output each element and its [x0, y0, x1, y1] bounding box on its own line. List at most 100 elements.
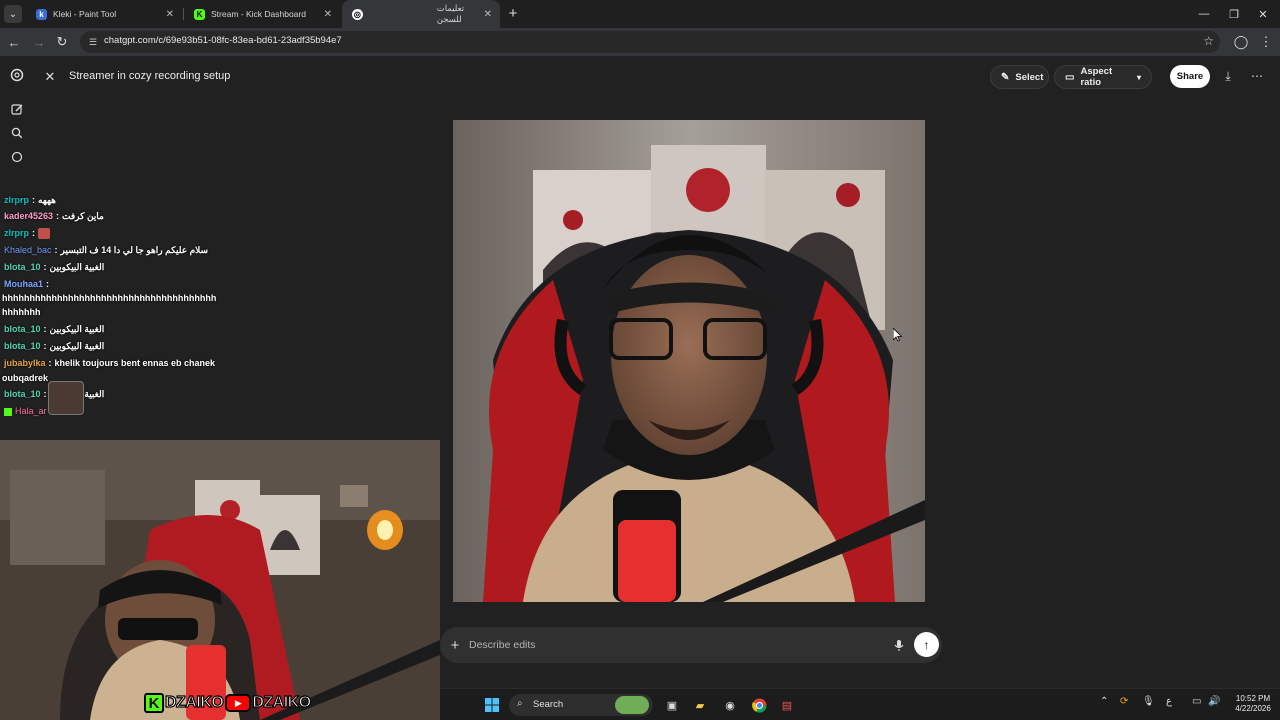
close-window-icon[interactable]: ✕ [1254, 5, 1272, 23]
tab-chatgpt[interactable]: ◎ تعليمات للسجن ✕ [342, 0, 500, 28]
chat-separator: : [43, 262, 47, 272]
openai-logo-icon[interactable] [8, 66, 26, 84]
search-highlight-icon [615, 696, 649, 714]
webcam-feed [0, 440, 440, 720]
app-icon[interactable]: ▤ [778, 696, 796, 714]
address-bar[interactable]: ☰ chatgpt.com/c/69e93b51-08fc-83ea-bd61-… [80, 31, 1220, 53]
chat-message-continuation: hhhhhhh [2, 307, 41, 317]
chat-message-continuation: oubqadrek [2, 373, 49, 383]
chat-message: Mouhaa1: [4, 279, 52, 289]
chat-separator: : [43, 389, 47, 399]
task-view-icon[interactable]: ▣ [663, 696, 681, 714]
volume-icon[interactable]: 🔊 [1208, 696, 1220, 707]
kick-channel-name: DZAIKO [164, 693, 224, 711]
browser-toolbar: ← → ↻ ☰ chatgpt.com/c/69e93b51-08fc-83ea… [0, 28, 1280, 56]
aspect-ratio-button[interactable]: ▭ Aspect ratio ▾ [1054, 65, 1152, 89]
chat-separator: : [32, 195, 36, 205]
chat-username: blota_10 [4, 341, 41, 351]
chat-username: blota_10 [4, 389, 41, 399]
bookmark-star-icon[interactable]: ☆ [1203, 34, 1214, 48]
chevron-down-icon: ▾ [1136, 72, 1141, 82]
chat-text: الغبية البيكوبين [49, 341, 105, 351]
describe-edits-input[interactable]: Describe edits [469, 639, 536, 651]
back-icon[interactable]: ← [5, 33, 23, 51]
chat-separator: : [56, 211, 60, 221]
new-chat-icon[interactable] [8, 100, 26, 118]
taskbar-search[interactable]: ⌕ Search [509, 694, 653, 716]
chat-message: jubabylka: khelik toujours bent ennas eb … [4, 358, 215, 368]
chat-text: ماين كرفت [62, 211, 104, 221]
more-options-icon[interactable]: ⋯ [1248, 67, 1266, 85]
close-tab-icon[interactable]: ✕ [484, 9, 492, 20]
url-text: chatgpt.com/c/69e93b51-08fc-83ea-bd61-23… [104, 35, 342, 46]
youtube-logo-icon: ▶ [225, 694, 252, 712]
browser-menu-icon[interactable]: ⋮ [1257, 33, 1275, 51]
sync-icon[interactable]: ⟳ [1120, 696, 1128, 707]
chat-username: Mouhaa1 [4, 279, 44, 289]
show-hidden-icons-icon[interactable]: ⌃ [1100, 696, 1108, 707]
kick-logo-icon: K [144, 693, 164, 713]
chat-username: kader45263 [4, 211, 54, 221]
aspect-ratio-label: Aspect ratio [1080, 66, 1113, 88]
chat-message: Khaled_bac: سلام عليكم راهو جا لي دا 14 ف… [4, 245, 208, 256]
select-button[interactable]: ✎ Select [990, 65, 1049, 89]
tab-title: تعليمات للسجن [436, 3, 465, 24]
windows-start-icon[interactable] [483, 696, 501, 714]
chat-username: jubabylka [4, 358, 46, 368]
browser-tab-strip: ⌄ k Kleki - Paint Tool ✕ K Stream - Kick… [0, 0, 1280, 28]
microphone-icon[interactable] [890, 636, 908, 654]
restore-icon[interactable]: ❐ [1225, 5, 1243, 23]
language-indicator[interactable]: ع [1166, 696, 1172, 707]
search-icon: ⌕ [517, 698, 523, 709]
youtube-channel-name: DZAIKO [252, 693, 312, 711]
tab-kick-dashboard[interactable]: K Stream - Kick Dashboard ✕ [184, 0, 340, 28]
chat-message: blota_10:الغبية البيكوبين [4, 341, 104, 352]
network-icon[interactable]: ▭ [1192, 696, 1201, 707]
mouse-cursor-icon [893, 328, 902, 342]
new-tab-icon[interactable]: + [504, 4, 522, 22]
search-chats-icon[interactable] [8, 124, 26, 142]
chatgpt-favicon-icon: ◎ [352, 8, 363, 20]
minimize-icon[interactable]: — [1195, 5, 1213, 23]
system-clock[interactable]: 10:52 PM 4/22/2026 [1230, 694, 1276, 714]
chat-text: الغبية البيكوبين [49, 262, 105, 272]
obs-icon[interactable]: ◉ [721, 696, 739, 714]
chat-text: khelik toujours bent ennas eb chanek [54, 358, 216, 368]
chat-separator: : [54, 245, 58, 255]
share-button[interactable]: Share [1170, 65, 1210, 88]
search-label: Search [533, 699, 564, 710]
tab-kleki[interactable]: k Kleki - Paint Tool ✕ [26, 0, 182, 28]
site-info-icon[interactable]: ☰ [86, 35, 100, 49]
aspect-ratio-icon: ▭ [1065, 71, 1075, 83]
add-attachment-icon[interactable]: + [446, 636, 464, 654]
select-brush-icon: ✎ [1001, 71, 1010, 83]
mic-tray-icon[interactable]: 🎙 [1142, 696, 1155, 707]
reload-icon[interactable]: ↻ [53, 33, 71, 51]
chat-text: الغبية البيكوبين [49, 324, 105, 334]
close-tab-icon[interactable]: ✕ [166, 9, 174, 20]
chrome-icon[interactable] [750, 696, 768, 714]
chat-separator: : [32, 228, 36, 238]
tab-search-icon[interactable]: ⌄ [4, 5, 22, 23]
screen: ⌄ k Kleki - Paint Tool ✕ K Stream - Kick… [0, 0, 1280, 720]
chat-bubble-icon[interactable] [8, 148, 26, 166]
streamer-avatar [48, 381, 84, 415]
image-title: Streamer in cozy recording setup [69, 70, 231, 82]
forward-icon[interactable]: → [30, 33, 48, 51]
chat-separator: : [46, 279, 50, 289]
tab-title: Kleki - Paint Tool [53, 9, 117, 19]
clock-date: 4/22/2026 [1235, 704, 1271, 713]
windows-taskbar: ⌕ Search ▣ ▰ ◉ ▤ ⌃ ⟳ 🎙 ع ▭ 🔊 10:52 PM 4/… [440, 688, 1280, 720]
send-button[interactable]: ↑ [914, 632, 939, 657]
chat-message: kader45263: ماين كرفت [4, 211, 104, 222]
close-tab-icon[interactable]: ✕ [324, 9, 332, 20]
download-icon[interactable]: ⤓ [1219, 67, 1237, 85]
generated-image [453, 120, 925, 602]
chat-message: blota_10:الغبية البيكوبين [4, 262, 104, 273]
chat-username: Khaled_bac [4, 245, 52, 255]
file-explorer-icon[interactable]: ▰ [691, 696, 709, 714]
chat-username: blota_10 [4, 324, 41, 334]
select-label: Select [1015, 71, 1044, 83]
close-image-view-icon[interactable]: ✕ [42, 69, 58, 85]
profile-icon[interactable]: ◯ [1232, 33, 1250, 51]
